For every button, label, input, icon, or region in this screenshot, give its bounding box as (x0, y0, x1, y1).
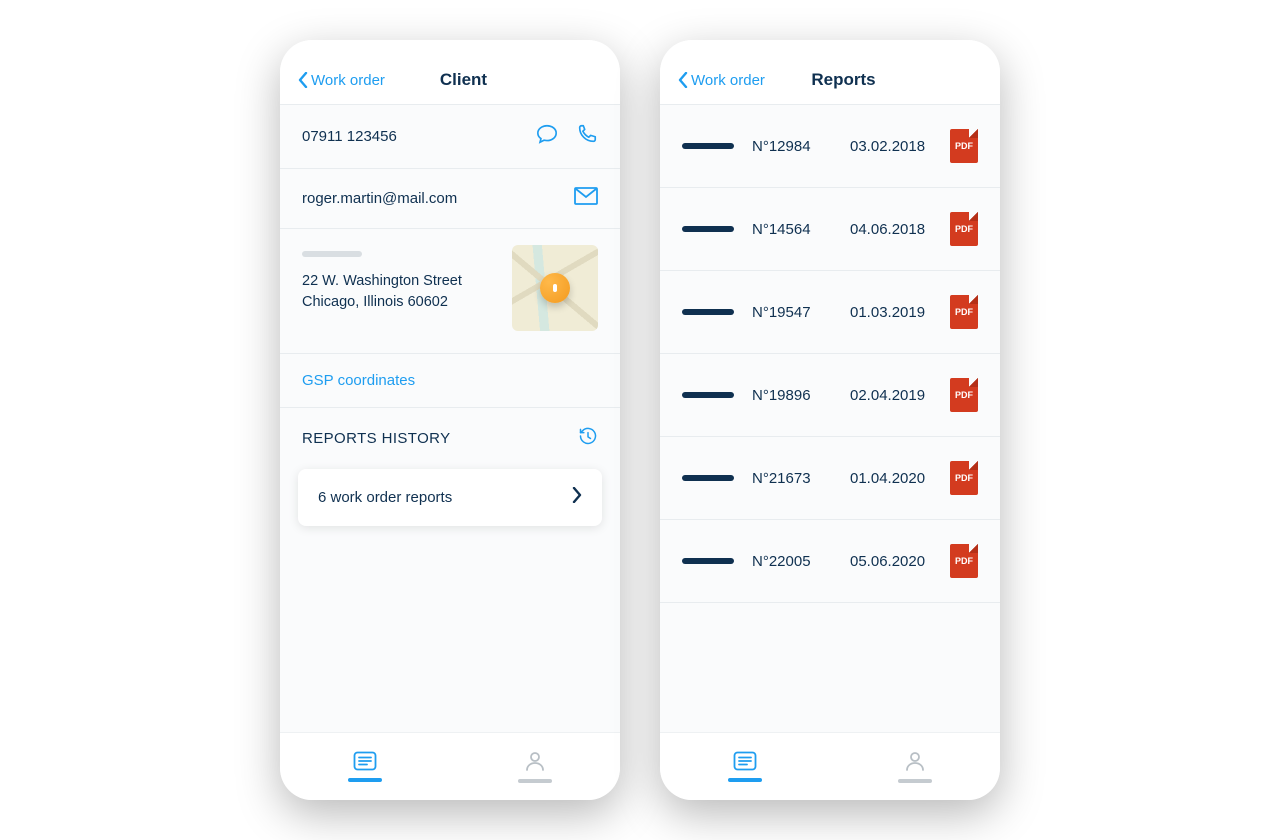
report-bar (682, 143, 734, 149)
map-pin-icon (540, 273, 570, 303)
content: 07911 123456 roger.martin@mail.com (280, 104, 620, 732)
address-line2: Chicago, Illinois 60602 (302, 292, 496, 313)
tabbar (660, 732, 1000, 800)
pdf-icon[interactable]: PDF (950, 461, 978, 495)
address-placeholder-bar (302, 251, 362, 257)
reports-list: N°12984 03.02.2018 PDF N°14564 04.06.2018 PDF… (660, 104, 1000, 732)
report-row[interactable]: N°19896 02.04.2019 PDF (660, 354, 1000, 437)
report-bar (682, 558, 734, 564)
phone-icon[interactable] (576, 123, 598, 150)
notch (385, 40, 515, 62)
mail-icon[interactable] (574, 187, 598, 210)
gsp-link[interactable]: GSP coordinates (280, 353, 620, 407)
report-bar (682, 309, 734, 315)
person-icon (904, 750, 926, 772)
address-row: 22 W. Washington Street Chicago, Illinoi… (280, 228, 620, 353)
report-date: 01.04.2020 (850, 470, 932, 487)
pdf-icon[interactable]: PDF (950, 544, 978, 578)
history-icon (578, 426, 598, 451)
map-thumbnail[interactable] (512, 245, 598, 331)
phone-row: 07911 123456 (280, 104, 620, 168)
report-number: N°19896 (752, 387, 832, 404)
page-title: Client (325, 70, 602, 90)
reports-history-label: REPORTS HISTORY (302, 430, 578, 447)
report-number: N°21673 (752, 470, 832, 487)
chevron-left-icon (678, 72, 689, 88)
report-row[interactable]: N°22005 05.06.2020 PDF (660, 520, 1000, 603)
reports-card-label: 6 work order reports (318, 489, 572, 506)
tab-profile[interactable] (450, 733, 620, 800)
chevron-left-icon (298, 72, 309, 88)
message-icon[interactable] (536, 123, 558, 150)
pdf-icon[interactable]: PDF (950, 295, 978, 329)
report-row[interactable]: N°14564 04.06.2018 PDF (660, 188, 1000, 271)
email-value: roger.martin@mail.com (302, 190, 574, 207)
report-date: 03.02.2018 (850, 138, 932, 155)
report-bar (682, 475, 734, 481)
tab-orders[interactable] (280, 733, 450, 800)
notch (765, 40, 895, 62)
report-number: N°22005 (752, 553, 832, 570)
report-date: 01.03.2019 (850, 304, 932, 321)
list-icon (733, 751, 757, 771)
report-number: N°12984 (752, 138, 832, 155)
tabbar (280, 732, 620, 800)
chevron-right-icon (572, 487, 582, 508)
report-number: N°14564 (752, 221, 832, 238)
page-title: Reports (705, 70, 982, 90)
report-row[interactable]: N°21673 01.04.2020 PDF (660, 437, 1000, 520)
report-bar (682, 392, 734, 398)
report-row[interactable]: N°12984 03.02.2018 PDF (660, 105, 1000, 188)
phone-value: 07911 123456 (302, 128, 536, 145)
report-row[interactable]: N°19547 01.03.2019 PDF (660, 271, 1000, 354)
report-date: 04.06.2018 (850, 221, 932, 238)
reports-card[interactable]: 6 work order reports (298, 469, 602, 526)
email-row: roger.martin@mail.com (280, 168, 620, 228)
report-date: 02.04.2019 (850, 387, 932, 404)
address-line1: 22 W. Washington Street (302, 271, 496, 292)
pdf-icon[interactable]: PDF (950, 212, 978, 246)
report-number: N°19547 (752, 304, 832, 321)
pdf-icon[interactable]: PDF (950, 378, 978, 412)
report-bar (682, 226, 734, 232)
tab-orders[interactable] (660, 733, 830, 800)
report-date: 05.06.2020 (850, 553, 932, 570)
pdf-icon[interactable]: PDF (950, 129, 978, 163)
person-icon (524, 750, 546, 772)
reports-history-header: REPORTS HISTORY (280, 407, 620, 469)
list-icon (353, 751, 377, 771)
phone-client: Work order Client 07911 123456 roger.mar… (280, 40, 620, 800)
tab-profile[interactable] (830, 733, 1000, 800)
phone-reports: Work order Reports N°1298403.02.2018PDFN… (660, 40, 1000, 800)
